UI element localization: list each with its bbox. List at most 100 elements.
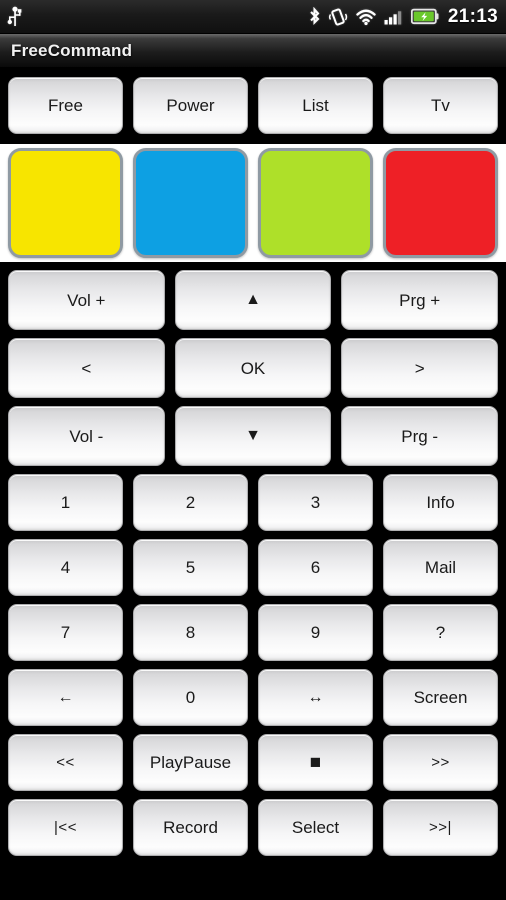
- digit-5-button[interactable]: 5: [133, 539, 248, 596]
- keypad-row-1: 1 2 3 Info: [0, 474, 506, 531]
- program-down-button[interactable]: Prg -: [341, 406, 498, 466]
- list-button[interactable]: List: [258, 77, 373, 134]
- fast-forward-icon: >>: [431, 754, 450, 771]
- record-button-label: Record: [163, 818, 218, 837]
- red-color-button[interactable]: [383, 148, 498, 258]
- next-track-button[interactable]: >>|: [383, 799, 498, 856]
- volume-down-button[interactable]: Vol -: [8, 406, 165, 466]
- nav-row-3: Vol - ▼ Prg -: [0, 406, 506, 466]
- nav-row-2: < OK >: [0, 338, 506, 398]
- info-button-label: Info: [426, 493, 455, 512]
- wifi-icon: [355, 8, 377, 26]
- digit-7-label: 7: [60, 623, 71, 642]
- previous-track-icon: |<<: [54, 819, 77, 836]
- back-button[interactable]: ←: [8, 669, 123, 726]
- status-bar-left: [6, 6, 24, 28]
- left-arrow-icon: <: [81, 358, 92, 378]
- fast-forward-button[interactable]: >>: [383, 734, 498, 791]
- color-button-row: [0, 144, 506, 262]
- volume-up-label: Vol +: [67, 290, 106, 310]
- left-right-arrow-icon: ↔: [307, 688, 324, 706]
- stop-button[interactable]: ■: [258, 734, 373, 791]
- volume-up-button[interactable]: Vol +: [8, 270, 165, 330]
- bluetooth-icon: [308, 6, 321, 27]
- vibrate-icon: [328, 7, 348, 27]
- free-button[interactable]: Free: [8, 77, 123, 134]
- play-pause-button[interactable]: PlayPause: [133, 734, 248, 791]
- yellow-color-button[interactable]: [8, 148, 123, 258]
- dpad-down-button[interactable]: ▼: [174, 406, 332, 466]
- list-button-label: List: [302, 96, 329, 115]
- select-button[interactable]: Select: [258, 799, 373, 856]
- tv-button[interactable]: Tv: [383, 77, 498, 134]
- top-function-row: Free Power List Tv: [0, 77, 506, 134]
- swap-button[interactable]: ↔: [258, 669, 373, 726]
- digit-1-button[interactable]: 1: [8, 474, 123, 531]
- cellular-signal-icon: [384, 8, 404, 26]
- keypad-row-5: << PlayPause ■ >>: [0, 734, 506, 791]
- digit-6-label: 6: [310, 558, 321, 577]
- digit-0-button[interactable]: 0: [133, 669, 248, 726]
- power-button[interactable]: Power: [133, 77, 248, 134]
- tv-button-label: Tv: [431, 96, 450, 115]
- mail-button-label: Mail: [424, 558, 457, 577]
- title-bar: FreeCommand: [0, 34, 506, 68]
- play-pause-label: PlayPause: [149, 753, 232, 772]
- volume-down-label: Vol -: [69, 426, 104, 446]
- digit-2-label: 2: [185, 493, 196, 512]
- digit-9-button[interactable]: 9: [258, 604, 373, 661]
- program-down-label: Prg -: [401, 426, 439, 446]
- digit-8-button[interactable]: 8: [133, 604, 248, 661]
- status-bar-clock: 21:13: [447, 5, 498, 27]
- nav-row-1: Vol + ▲ Prg +: [0, 270, 506, 330]
- free-button-label: Free: [48, 96, 83, 115]
- keypad-row-2: 4 5 6 Mail: [0, 539, 506, 596]
- usb-icon: [6, 6, 24, 28]
- down-arrow-icon: ▼: [245, 427, 261, 444]
- select-button-label: Select: [291, 818, 340, 837]
- green-color-button[interactable]: [258, 148, 373, 258]
- previous-track-button[interactable]: |<<: [8, 799, 123, 856]
- digit-0-label: 0: [185, 688, 196, 707]
- digit-5-label: 5: [185, 558, 196, 577]
- keypad-section: 1 2 3 Info 4 5 6 Mail 7 8 9 ? ← 0 ↔ Scre…: [0, 474, 506, 856]
- program-up-label: Prg +: [399, 290, 441, 310]
- help-button-label: ?: [435, 623, 446, 642]
- help-button[interactable]: ?: [383, 604, 498, 661]
- digit-2-button[interactable]: 2: [133, 474, 248, 531]
- stop-square-icon: ■: [309, 752, 322, 773]
- status-bar: 21:13: [0, 0, 506, 34]
- back-arrow-icon: ←: [57, 688, 74, 706]
- right-arrow-icon: >: [414, 358, 425, 378]
- screen-button[interactable]: Screen: [383, 669, 498, 726]
- ok-button[interactable]: OK: [174, 338, 332, 398]
- digit-3-label: 3: [310, 493, 321, 512]
- keypad-row-4: ← 0 ↔ Screen: [0, 669, 506, 726]
- record-button[interactable]: Record: [133, 799, 248, 856]
- digit-7-button[interactable]: 7: [8, 604, 123, 661]
- digit-1-label: 1: [60, 493, 71, 512]
- info-button[interactable]: Info: [383, 474, 498, 531]
- program-up-button[interactable]: Prg +: [341, 270, 498, 330]
- digit-8-label: 8: [185, 623, 196, 642]
- dpad-up-button[interactable]: ▲: [174, 270, 332, 330]
- keypad-row-3: 7 8 9 ?: [0, 604, 506, 661]
- rewind-button[interactable]: <<: [8, 734, 123, 791]
- mail-button[interactable]: Mail: [383, 539, 498, 596]
- rewind-icon: <<: [56, 754, 75, 771]
- blue-color-button[interactable]: [133, 148, 248, 258]
- app-title: FreeCommand: [11, 40, 133, 60]
- dpad-left-button[interactable]: <: [8, 338, 165, 398]
- next-track-icon: >>|: [429, 819, 452, 836]
- navigation-section: Vol + ▲ Prg + < OK > Vol - ▼ Prg -: [0, 270, 506, 466]
- battery-charging-icon: [410, 8, 439, 25]
- dpad-right-button[interactable]: >: [341, 338, 498, 398]
- digit-6-button[interactable]: 6: [258, 539, 373, 596]
- digit-4-label: 4: [60, 558, 71, 577]
- status-bar-right: 21:13: [308, 6, 498, 28]
- ok-button-label: OK: [240, 358, 266, 378]
- digit-9-label: 9: [310, 623, 321, 642]
- digit-4-button[interactable]: 4: [8, 539, 123, 596]
- keypad-row-6: |<< Record Select >>|: [0, 799, 506, 856]
- digit-3-button[interactable]: 3: [258, 474, 373, 531]
